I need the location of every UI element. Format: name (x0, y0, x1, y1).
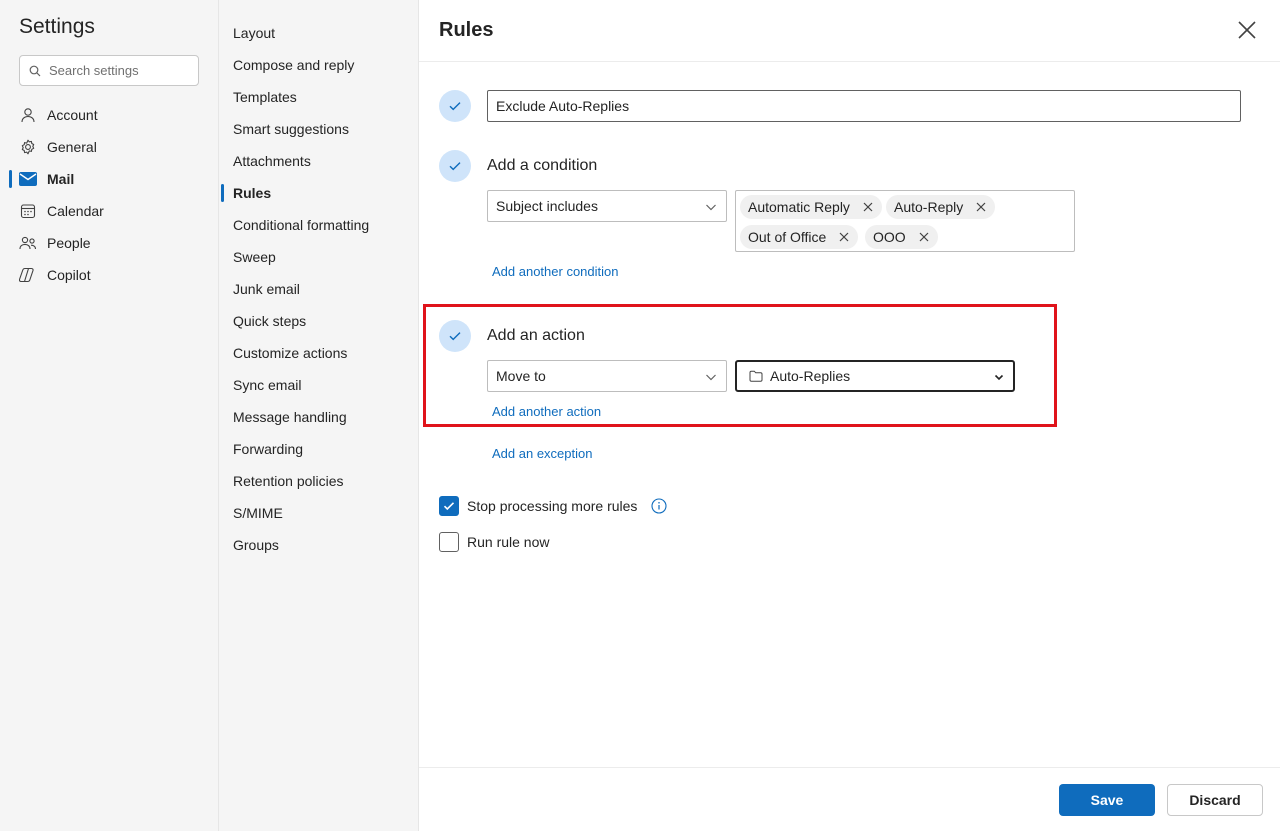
keyword-tag: Automatic Reply (740, 195, 882, 219)
chevron-down-icon (994, 374, 1004, 381)
search-settings-input[interactable] (49, 63, 189, 78)
add-exception-link[interactable]: Add an exception (492, 446, 592, 461)
discard-button[interactable]: Discard (1167, 784, 1263, 816)
settings-sidebar: Settings Account General Mail (0, 0, 219, 831)
mail-nav-item[interactable]: Groups (219, 529, 419, 561)
mail-nav-item[interactable]: Sync email (219, 369, 419, 401)
nav-item-label: Account (47, 107, 98, 123)
rules-header: Rules (419, 0, 1280, 62)
close-icon (1238, 21, 1256, 39)
folder-value: Auto-Replies (770, 368, 851, 384)
condition-title: Add a condition (487, 157, 598, 174)
stop-processing-label: Stop processing more rules (467, 498, 638, 514)
nav-item-account[interactable]: Account (0, 99, 219, 131)
mail-nav-item[interactable]: Attachments (219, 145, 419, 177)
rule-name-input[interactable]: Exclude Auto-Replies (487, 90, 1241, 122)
run-rule-now-label: Run rule now (467, 534, 550, 550)
nav-item-label: General (47, 139, 97, 155)
keyword-tag: Out of Office (740, 225, 859, 249)
mail-settings-nav: Layout Compose and reply Templates Smart… (219, 0, 419, 831)
mail-icon (19, 170, 37, 188)
remove-tag-icon[interactable] (918, 231, 930, 243)
remove-tag-icon[interactable] (838, 231, 850, 243)
mail-nav-item[interactable]: Sweep (219, 241, 419, 273)
mail-nav-item-rules[interactable]: Rules (219, 177, 419, 209)
condition-type-value: Subject includes (496, 198, 598, 214)
nav-item-label: Calendar (47, 203, 104, 219)
step-complete-icon (439, 150, 471, 182)
nav-item-calendar[interactable]: Calendar (0, 195, 219, 227)
chevron-down-icon (706, 204, 716, 211)
run-rule-now-row: Run rule now (439, 532, 550, 552)
nav-item-people[interactable]: People (0, 227, 219, 259)
mail-nav-item[interactable]: Junk email (219, 273, 419, 305)
settings-nav: Account General Mail Calendar People Cop… (0, 99, 219, 291)
calendar-icon (19, 202, 37, 220)
add-another-action-link[interactable]: Add another action (492, 404, 601, 419)
nav-item-label: Copilot (47, 267, 91, 283)
rules-panel: Rules Exclude Auto-Replies Add a conditi… (419, 0, 1280, 831)
keyword-tag-label: OOO (873, 229, 906, 245)
nav-item-general[interactable]: General (0, 131, 219, 163)
folder-icon (749, 370, 763, 382)
keyword-tag-label: Auto-Reply (894, 199, 964, 215)
mail-nav-item[interactable]: Templates (219, 81, 419, 113)
rules-footer: Save Discard (419, 767, 1280, 831)
remove-tag-icon[interactable] (862, 201, 874, 213)
mail-nav-item[interactable]: Compose and reply (219, 49, 419, 81)
nav-item-copilot[interactable]: Copilot (0, 259, 219, 291)
page-title: Rules (439, 19, 494, 41)
remove-tag-icon[interactable] (975, 201, 987, 213)
person-icon (19, 106, 37, 124)
nav-item-mail[interactable]: Mail (0, 163, 219, 195)
mail-nav-item[interactable]: Message handling (219, 401, 419, 433)
action-type-value: Move to (496, 368, 546, 384)
checkmark-icon (443, 502, 455, 511)
move-to-folder-dropdown[interactable]: Auto-Replies (735, 360, 1015, 392)
step-complete-icon (439, 320, 471, 352)
mail-nav-item[interactable]: Smart suggestions (219, 113, 419, 145)
keyword-tag: OOO (865, 225, 938, 249)
step-complete-icon (439, 90, 471, 122)
gear-icon (19, 138, 37, 156)
mail-nav-list: Layout Compose and reply Templates Smart… (219, 17, 419, 561)
action-type-dropdown[interactable]: Move to (487, 360, 727, 392)
mail-nav-item[interactable]: Quick steps (219, 305, 419, 337)
run-rule-now-checkbox[interactable] (439, 532, 459, 552)
mail-nav-item[interactable]: Customize actions (219, 337, 419, 369)
settings-title: Settings (19, 15, 95, 38)
mail-nav-item[interactable]: Conditional formatting (219, 209, 419, 241)
mail-nav-item[interactable]: Layout (219, 17, 419, 49)
add-another-condition-link[interactable]: Add another condition (492, 264, 618, 279)
mail-nav-item[interactable]: S/MIME (219, 497, 419, 529)
people-icon (19, 234, 37, 252)
save-button[interactable]: Save (1059, 784, 1155, 816)
info-icon[interactable] (651, 498, 667, 514)
chevron-down-icon (706, 374, 716, 381)
keyword-tag: Auto-Reply (886, 195, 996, 219)
stop-processing-checkbox[interactable] (439, 496, 459, 516)
search-settings-box[interactable] (19, 55, 199, 86)
action-title: Add an action (487, 327, 585, 344)
mail-nav-item[interactable]: Retention policies (219, 465, 419, 497)
condition-type-dropdown[interactable]: Subject includes (487, 190, 727, 222)
keyword-tag-label: Out of Office (748, 229, 827, 245)
copilot-icon (19, 266, 37, 284)
subject-keywords-box[interactable]: Automatic Reply Auto-Reply Out of Office… (735, 190, 1075, 252)
stop-processing-row: Stop processing more rules (439, 496, 667, 516)
keyword-tag-label: Automatic Reply (748, 199, 850, 215)
nav-item-label: People (47, 235, 91, 251)
close-button[interactable] (1233, 16, 1261, 44)
search-icon (29, 65, 41, 76)
mail-nav-item[interactable]: Forwarding (219, 433, 419, 465)
nav-item-label: Mail (47, 171, 75, 187)
